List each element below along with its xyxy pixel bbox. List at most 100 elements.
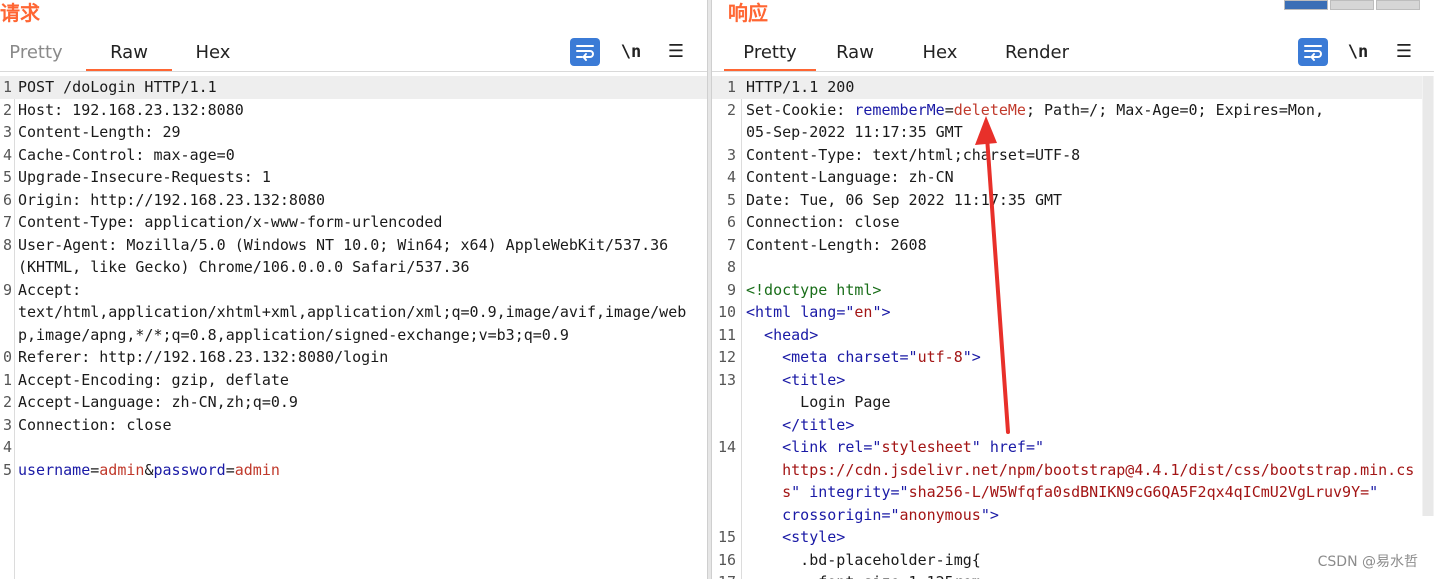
word-wrap-button[interactable] xyxy=(1298,38,1328,66)
code-line[interactable]: 1 HTTP/1.1 200 xyxy=(712,76,1434,99)
line-number: 7 xyxy=(726,235,736,254)
tab-hex[interactable]: Hex xyxy=(908,36,972,72)
code-token: "> xyxy=(872,303,891,321)
code-line[interactable]: </title> xyxy=(712,414,1434,437)
line-number: 0 xyxy=(2,348,12,366)
code-line[interactable]: 3 Content-Length: 29 xyxy=(0,121,707,144)
vertical-scrollbar[interactable] xyxy=(1422,76,1434,516)
show-newlines-button[interactable]: \n xyxy=(1344,38,1372,66)
code-line[interactable]: 1 Accept-Encoding: gzip, deflate xyxy=(0,369,707,392)
code-text: <style> xyxy=(746,526,845,549)
code-line[interactable]: 11 <head> xyxy=(712,324,1434,347)
code-line[interactable]: 5 Date: Tue, 06 Sep 2022 11:17:35 GMT xyxy=(712,189,1434,212)
code-token: font-size:1.125rem; xyxy=(746,573,990,579)
code-line[interactable]: 12 <meta charset="utf-8"> xyxy=(712,346,1434,369)
code-line[interactable]: https://cdn.jsdelivr.net/npm/bootstrap@4… xyxy=(712,459,1434,482)
show-newlines-button[interactable]: \n xyxy=(617,38,645,66)
line-number: 3 xyxy=(2,415,12,434)
code-token: (KHTML, like Gecko) Chrome/106.0.0.0 Saf… xyxy=(18,258,470,276)
code-line[interactable] xyxy=(0,504,707,527)
menu-icon[interactable]: ☰ xyxy=(664,38,688,66)
code-text: Cache-Control: max-age=0 xyxy=(18,144,235,167)
line-number: 5 xyxy=(726,190,736,209)
request-editor[interactable]: 1 POST /doLogin HTTP/1.1 2 Host: 192.168.23… xyxy=(0,76,707,579)
code-line[interactable]: 5 username=admin&password=admin xyxy=(0,459,707,482)
code-line[interactable]: s" integrity="sha256-L/W5Wfqfa0sdBNIKN9c… xyxy=(712,481,1434,504)
code-line[interactable]: 2 Accept-Language: zh-CN,zh;q=0.9 xyxy=(0,391,707,414)
code-line[interactable]: 9 Accept: xyxy=(0,279,707,302)
response-editor[interactable]: 1 HTTP/1.1 200 2 Set-Cookie: rememberMe=del… xyxy=(712,76,1434,579)
code-text: font-size:1.125rem; xyxy=(746,571,990,579)
code-token: Host: 192.168.23.132:8080 xyxy=(18,100,244,119)
code-line[interactable]: (KHTML, like Gecko) Chrome/106.0.0.0 Saf… xyxy=(0,256,707,279)
code-line[interactable]: 5 Upgrade-Insecure-Requests: 1 xyxy=(0,166,707,189)
code-line[interactable]: 14 <link rel="stylesheet" href=" xyxy=(712,436,1434,459)
code-line[interactable]: 05-Sep-2022 11:17:35 GMT xyxy=(712,121,1434,144)
code-line[interactable]: 3 Content-Type: text/html;charset=UTF-8 xyxy=(712,144,1434,167)
code-line[interactable]: 6 Connection: close xyxy=(712,211,1434,234)
tab-pretty[interactable]: Pretty xyxy=(0,36,72,72)
tab-pretty[interactable]: Pretty xyxy=(724,36,816,72)
code-line[interactable]: 2 Host: 192.168.23.132:8080 xyxy=(0,99,707,122)
tab-render[interactable]: Render xyxy=(994,36,1080,72)
scrollbar-thumb[interactable] xyxy=(1423,76,1433,516)
word-wrap-button[interactable] xyxy=(570,38,600,66)
code-text: Content-Language: zh-CN xyxy=(746,166,954,189)
code-line[interactable]: 1 POST /doLogin HTTP/1.1 xyxy=(0,76,707,99)
code-line[interactable]: 4 Cache-Control: max-age=0 xyxy=(0,144,707,167)
code-line[interactable]: 0 Referer: http://192.168.23.132:8080/log… xyxy=(0,346,707,369)
code-line[interactable]: 2 Set-Cookie: rememberMe=deleteMe; Path=/… xyxy=(712,99,1434,122)
code-line[interactable]: 4 Content-Language: zh-CN xyxy=(712,166,1434,189)
code-token: Connection: close xyxy=(746,213,900,231)
line-number: 15 xyxy=(717,528,736,546)
menu-icon[interactable]: ☰ xyxy=(1392,38,1416,66)
code-text: Content-Length: 29 xyxy=(18,121,181,144)
code-token: =" xyxy=(890,483,909,501)
code-token: s xyxy=(746,483,792,501)
response-title: 响应 xyxy=(728,1,768,25)
code-token: <html xyxy=(746,303,801,321)
code-token: .bd-placeholder-img{ xyxy=(746,550,981,569)
code-line[interactable]: p,image/apng,*/*;q=0.8,application/signe… xyxy=(0,324,707,347)
layout-horizontal-button[interactable] xyxy=(1330,0,1374,10)
code-line[interactable]: 4 xyxy=(0,436,707,459)
code-line[interactable]: text/html,application/xhtml+xml,applicat… xyxy=(0,301,707,324)
line-number: 8 xyxy=(2,235,12,254)
layout-vertical-button[interactable] xyxy=(1376,0,1420,10)
code-line[interactable]: 17 font-size:1.125rem; xyxy=(712,571,1434,579)
code-text: <link rel="stylesheet" href=" xyxy=(746,436,1044,459)
code-token: Accept-Language: zh-CN,zh;q=0.9 xyxy=(18,393,298,411)
code-token: <style> xyxy=(746,528,846,546)
code-line[interactable]: 13 <title> xyxy=(712,369,1434,392)
code-line[interactable]: 9 <!doctype html> xyxy=(712,279,1434,302)
code-line[interactable]: 8 xyxy=(712,256,1434,279)
code-line[interactable]: 7 Content-Length: 2608 xyxy=(712,234,1434,257)
code-text: Connection: close xyxy=(18,414,172,437)
code-line[interactable]: 8 User-Agent: Mozilla/5.0 (Windows NT 10.… xyxy=(0,234,707,257)
code-line[interactable]: 3 Connection: close xyxy=(0,414,707,437)
line-number xyxy=(712,481,736,504)
code-text: .bd-placeholder-img{ xyxy=(746,549,981,572)
tab-hex[interactable]: Hex xyxy=(180,36,246,72)
code-token: "> xyxy=(962,348,981,366)
code-text: Content-Type: text/html;charset=UTF-8 xyxy=(746,144,1080,167)
code-text: Referer: http://192.168.23.132:8080/logi… xyxy=(18,346,388,369)
code-line[interactable]: Login Page xyxy=(712,391,1434,414)
code-token: Origin: http://192.168.23.132:8080 xyxy=(18,190,326,209)
wrap-icon xyxy=(1304,45,1322,61)
code-line[interactable]: crossorigin="anonymous"> xyxy=(712,504,1434,527)
code-text: 05-Sep-2022 11:17:35 GMT xyxy=(746,121,963,144)
code-token: =" xyxy=(1025,438,1045,456)
code-token: =" xyxy=(863,438,882,456)
layout-split-button[interactable] xyxy=(1284,0,1328,10)
code-line[interactable]: 10 <html lang="en"> xyxy=(712,301,1434,324)
code-line[interactable] xyxy=(0,481,707,504)
code-token: Login Page xyxy=(746,393,891,411)
code-token: Cache-Control: max-age=0 xyxy=(18,145,235,164)
code-line[interactable]: 7 Content-Type: application/x-www-form-ur… xyxy=(0,211,707,234)
tab-raw[interactable]: Raw xyxy=(86,36,172,72)
line-number: 2 xyxy=(726,100,736,119)
code-line[interactable]: 6 Origin: http://192.168.23.132:8080 xyxy=(0,189,707,212)
code-line[interactable]: 15 <style> xyxy=(712,526,1434,549)
tab-raw[interactable]: Raw xyxy=(824,36,886,72)
